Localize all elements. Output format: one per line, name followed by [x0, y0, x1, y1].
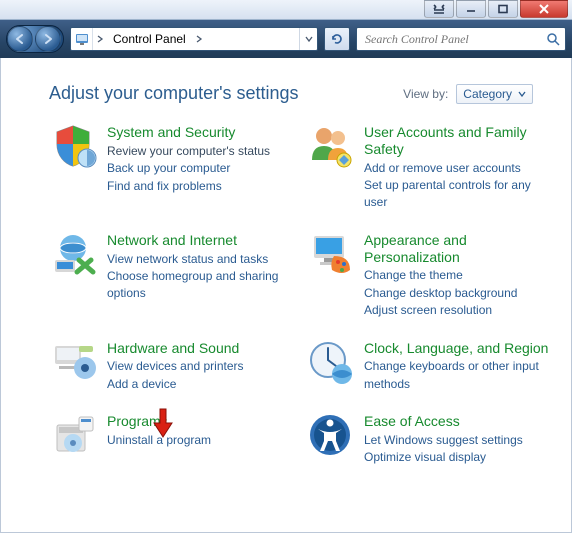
maximize-button[interactable] — [488, 0, 518, 18]
category-hardware-sound: Hardware and Sound View devices and prin… — [49, 338, 296, 394]
refresh-icon — [330, 32, 344, 46]
search-icon[interactable] — [545, 32, 561, 46]
category-programs: Programs Uninstall a program — [49, 411, 296, 467]
category-title[interactable]: Programs — [107, 413, 296, 430]
task-let-windows-suggest[interactable]: Let Windows suggest settings — [364, 432, 553, 449]
category-appearance: Appearance and Personalization Change th… — [306, 230, 553, 320]
category-title[interactable]: Ease of Access — [364, 413, 553, 430]
category-title[interactable]: Hardware and Sound — [107, 340, 296, 357]
category-network-internet: Network and Internet View network status… — [49, 230, 296, 320]
restore-button[interactable] — [424, 0, 454, 18]
category-title[interactable]: Appearance and Personalization — [364, 232, 553, 266]
chevron-down-icon — [305, 35, 313, 43]
task-uninstall-program[interactable]: Uninstall a program — [107, 432, 296, 449]
forward-button[interactable] — [35, 26, 61, 52]
task-change-theme[interactable]: Change the theme — [364, 267, 553, 284]
address-dropdown[interactable] — [299, 28, 317, 50]
page-header: Adjust your computer's settings View by:… — [49, 83, 553, 104]
close-button[interactable] — [520, 0, 568, 18]
task-desktop-bg[interactable]: Change desktop background — [364, 285, 553, 302]
category-ease-of-access: Ease of Access Let Windows suggest setti… — [306, 411, 553, 467]
chevron-down-icon — [518, 91, 526, 97]
search-box[interactable] — [356, 27, 566, 51]
task-review-status[interactable]: Review your computer's status — [107, 143, 296, 160]
category-user-accounts: User Accounts and Family Safety Add or r… — [306, 122, 553, 212]
task-homegroup[interactable]: Choose homegroup and sharing options — [107, 268, 296, 303]
category-title[interactable]: System and Security — [107, 124, 296, 141]
hardware-icon — [49, 338, 97, 386]
task-parental-controls[interactable]: Set up parental controls for any user — [364, 177, 553, 212]
restore-icon — [433, 4, 445, 14]
back-button[interactable] — [7, 26, 33, 52]
chevron-right-icon[interactable] — [192, 28, 206, 50]
arrow-left-icon — [14, 33, 26, 45]
task-keyboards[interactable]: Change keyboards or other input methods — [364, 358, 553, 393]
task-optimize-visual[interactable]: Optimize visual display — [364, 449, 553, 466]
breadcrumb-control-panel[interactable]: Control Panel — [107, 28, 192, 50]
category-title[interactable]: Clock, Language, and Region — [364, 340, 553, 357]
programs-icon — [49, 411, 97, 459]
chevron-right-icon[interactable] — [93, 28, 107, 50]
task-find-fix[interactable]: Find and fix problems — [107, 178, 296, 195]
category-clock-language: Clock, Language, and Region Change keybo… — [306, 338, 553, 394]
work-area: Adjust your computer's settings View by:… — [0, 58, 572, 533]
task-resolution[interactable]: Adjust screen resolution — [364, 302, 553, 319]
clock-icon — [306, 338, 354, 386]
appearance-icon — [306, 230, 354, 278]
arrow-right-icon — [42, 33, 54, 45]
category-title[interactable]: Network and Internet — [107, 232, 296, 249]
refresh-button[interactable] — [324, 27, 350, 51]
category-title[interactable]: User Accounts and Family Safety — [364, 124, 553, 158]
network-icon — [49, 230, 97, 278]
navbar: Control Panel — [0, 20, 572, 58]
task-add-remove-users[interactable]: Add or remove user accounts — [364, 160, 553, 177]
task-devices-printers[interactable]: View devices and printers — [107, 358, 296, 375]
view-by-value: Category — [463, 87, 512, 101]
address-bar[interactable]: Control Panel — [70, 27, 318, 51]
close-icon — [538, 4, 550, 14]
minimize-button[interactable] — [456, 0, 486, 18]
category-grid: System and Security Review your computer… — [49, 122, 553, 467]
nav-buttons — [6, 25, 64, 53]
minimize-icon — [465, 4, 477, 14]
task-add-device[interactable]: Add a device — [107, 376, 296, 393]
ease-of-access-icon — [306, 411, 354, 459]
task-network-status[interactable]: View network status and tasks — [107, 251, 296, 268]
titlebar — [0, 0, 572, 20]
view-by: View by: Category — [403, 84, 533, 104]
search-input[interactable] — [363, 31, 545, 48]
shield-icon — [49, 122, 97, 170]
view-by-picker[interactable]: Category — [456, 84, 533, 104]
category-system-security: System and Security Review your computer… — [49, 122, 296, 212]
task-backup[interactable]: Back up your computer — [107, 160, 296, 177]
maximize-icon — [497, 4, 509, 14]
page-title: Adjust your computer's settings — [49, 83, 299, 104]
view-by-label: View by: — [403, 87, 448, 101]
control-panel-icon — [71, 28, 93, 50]
users-icon — [306, 122, 354, 170]
